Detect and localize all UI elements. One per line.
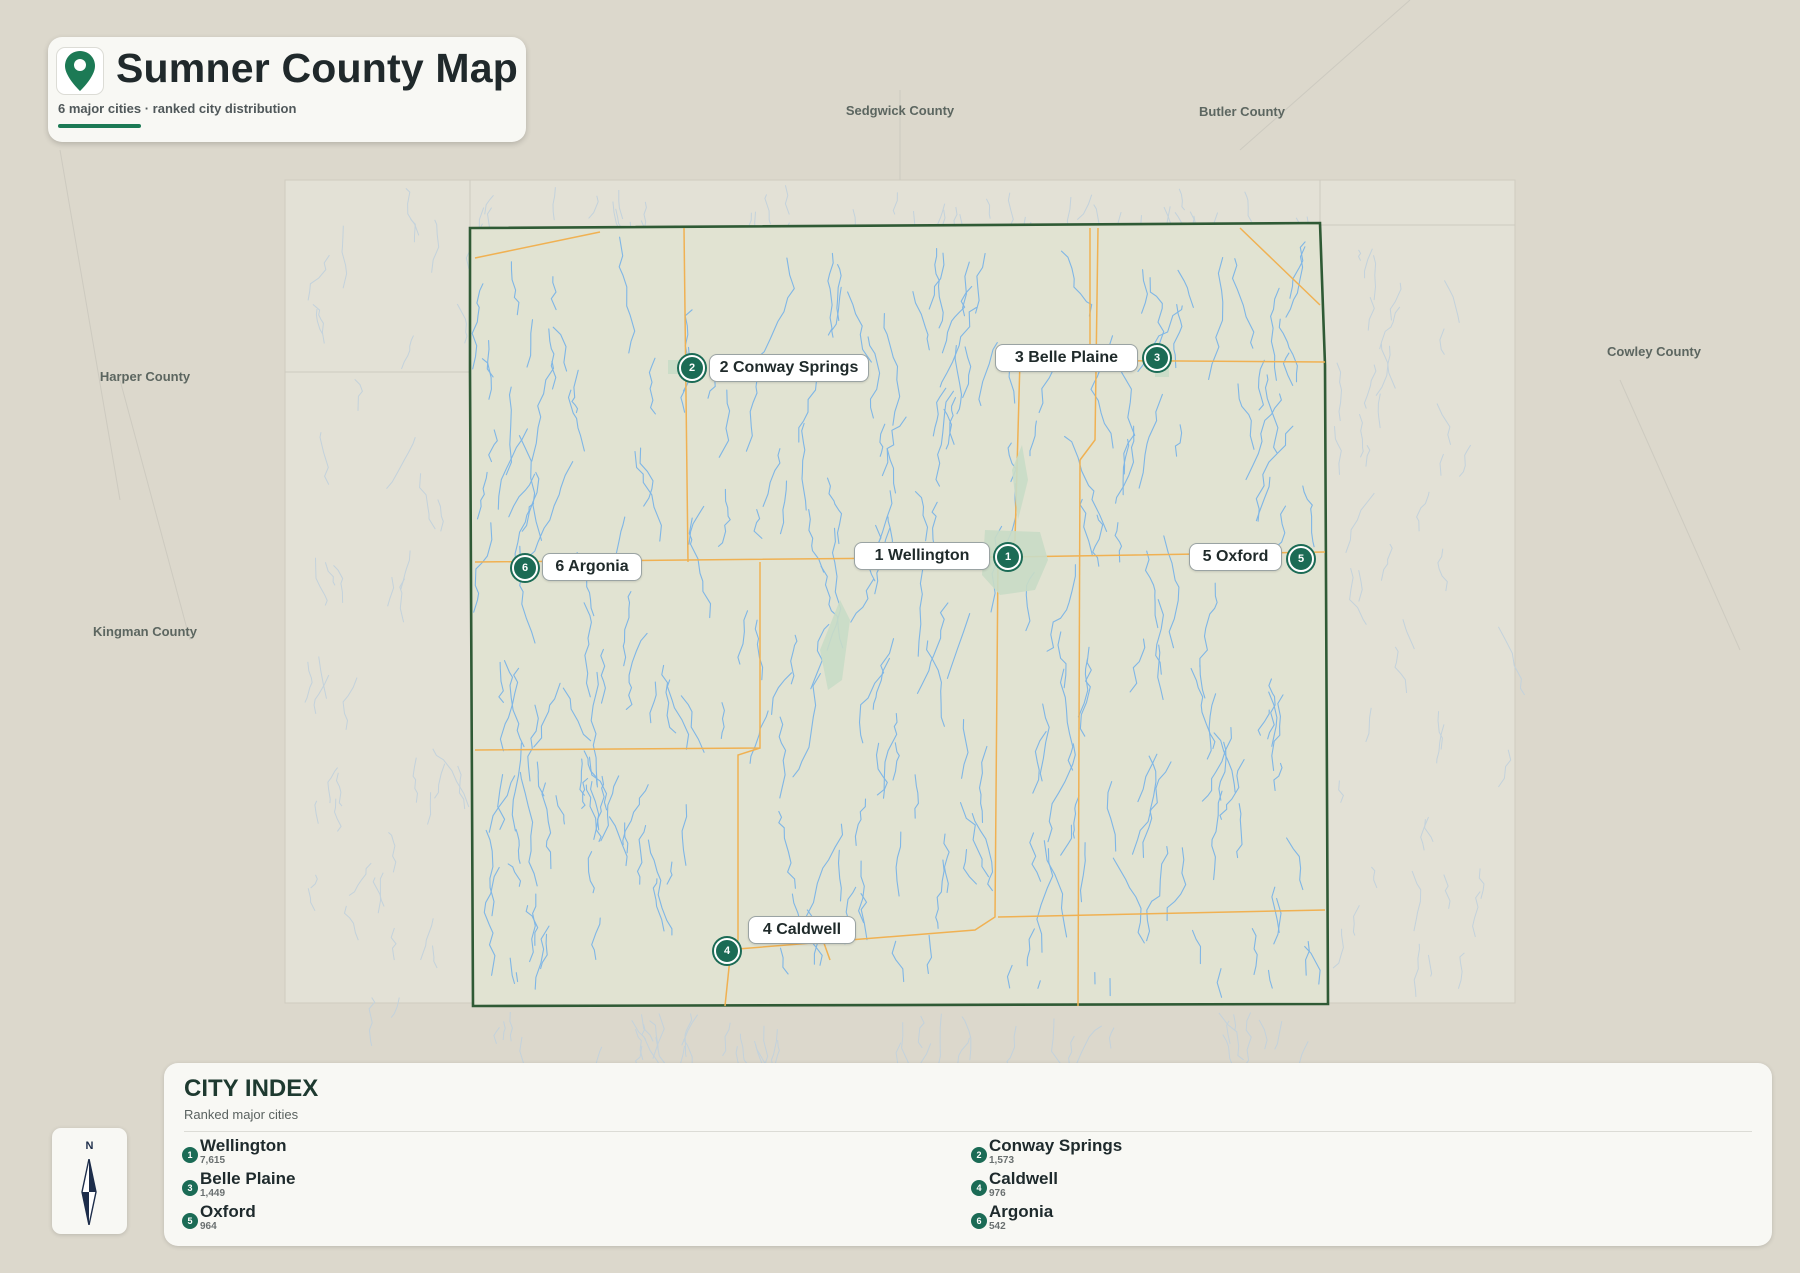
city-index-subtitle: Ranked major cities xyxy=(184,1107,299,1122)
city-index-item[interactable]: 2 Conway Springs 1,573 xyxy=(971,1136,1471,1168)
city-index-item[interactable]: 6 Argonia 542 xyxy=(971,1202,1471,1234)
city-population: 976 xyxy=(989,1188,1006,1199)
city-name: Caldwell xyxy=(989,1169,1058,1188)
neighbor-label-kingman: Kingman County xyxy=(93,624,198,639)
city-index-divider xyxy=(184,1131,1752,1132)
city-index-item[interactable]: 1 Wellington 7,615 xyxy=(182,1136,682,1168)
city-marker-oxford[interactable]: 5 xyxy=(1288,546,1314,572)
city-callout-oxford[interactable]: 5 Oxford xyxy=(1189,543,1282,571)
city-marker-caldwell[interactable]: 4 xyxy=(714,938,740,964)
city-name: Argonia xyxy=(989,1202,1054,1221)
city-marker-conway-springs[interactable]: 2 xyxy=(679,355,705,381)
city-callout-conway-springs[interactable]: 2 Conway Springs xyxy=(709,354,869,382)
page-title: Sumner County Map xyxy=(116,45,519,91)
city-callout-caldwell[interactable]: 4 Caldwell xyxy=(748,916,856,944)
city-index-title: CITY INDEX xyxy=(184,1075,319,1102)
city-name: Oxford xyxy=(200,1202,256,1221)
neighbor-label-harper: Harper County xyxy=(100,369,191,384)
rank-badge: 3 xyxy=(182,1180,198,1196)
city-index-item[interactable]: 5 Oxford 964 xyxy=(182,1202,682,1234)
page-subtitle: 6 major cities · ranked city distributio… xyxy=(58,101,297,116)
neighbor-label-sedgwick: Sedgwick County xyxy=(846,103,955,118)
city-name: Conway Springs xyxy=(989,1136,1123,1155)
city-index-item[interactable]: 3 Belle Plaine 1,449 xyxy=(182,1169,682,1201)
rank-badge: 5 xyxy=(182,1213,198,1229)
city-marker-argonia[interactable]: 6 xyxy=(512,555,538,581)
rank-badge: 1 xyxy=(182,1147,198,1163)
neighbor-label-cowley: Cowley County xyxy=(1607,344,1702,359)
city-callout-belle-plaine[interactable]: 3 Belle Plaine xyxy=(995,344,1138,372)
city-population: 7,615 xyxy=(200,1155,226,1166)
city-marker-belle-plaine[interactable]: 3 xyxy=(1144,345,1170,371)
city-index-item[interactable]: 4 Caldwell 976 xyxy=(971,1169,1471,1201)
neighbor-label-butler: Butler County xyxy=(1199,104,1286,119)
rank-badge: 4 xyxy=(971,1180,987,1196)
city-name: Wellington xyxy=(200,1136,287,1155)
compass-arrow-icon xyxy=(81,1159,97,1225)
rank-badge: 2 xyxy=(971,1147,987,1163)
city-marker-wellington[interactable]: 1 xyxy=(995,544,1021,570)
city-population: 1,573 xyxy=(989,1155,1015,1166)
map-pin-icon xyxy=(56,47,104,95)
title-accent-bar xyxy=(58,124,141,128)
city-population: 964 xyxy=(200,1221,217,1232)
city-population: 542 xyxy=(989,1221,1006,1232)
title-card: Sumner County Map 6 major cities · ranke… xyxy=(48,37,526,142)
rank-badge: 6 xyxy=(971,1213,987,1229)
city-index-panel: CITY INDEX Ranked major cities 1 Welling… xyxy=(164,1063,1772,1246)
city-population: 1,449 xyxy=(200,1188,226,1199)
compass-north-label: N xyxy=(85,1140,94,1152)
city-callout-argonia[interactable]: 6 Argonia xyxy=(542,553,642,581)
sumner-county-boundary[interactable] xyxy=(468,221,1330,1008)
compass: N xyxy=(52,1128,127,1234)
city-name: Belle Plaine xyxy=(200,1169,296,1188)
city-callout-wellington[interactable]: 1 Wellington xyxy=(854,542,990,570)
